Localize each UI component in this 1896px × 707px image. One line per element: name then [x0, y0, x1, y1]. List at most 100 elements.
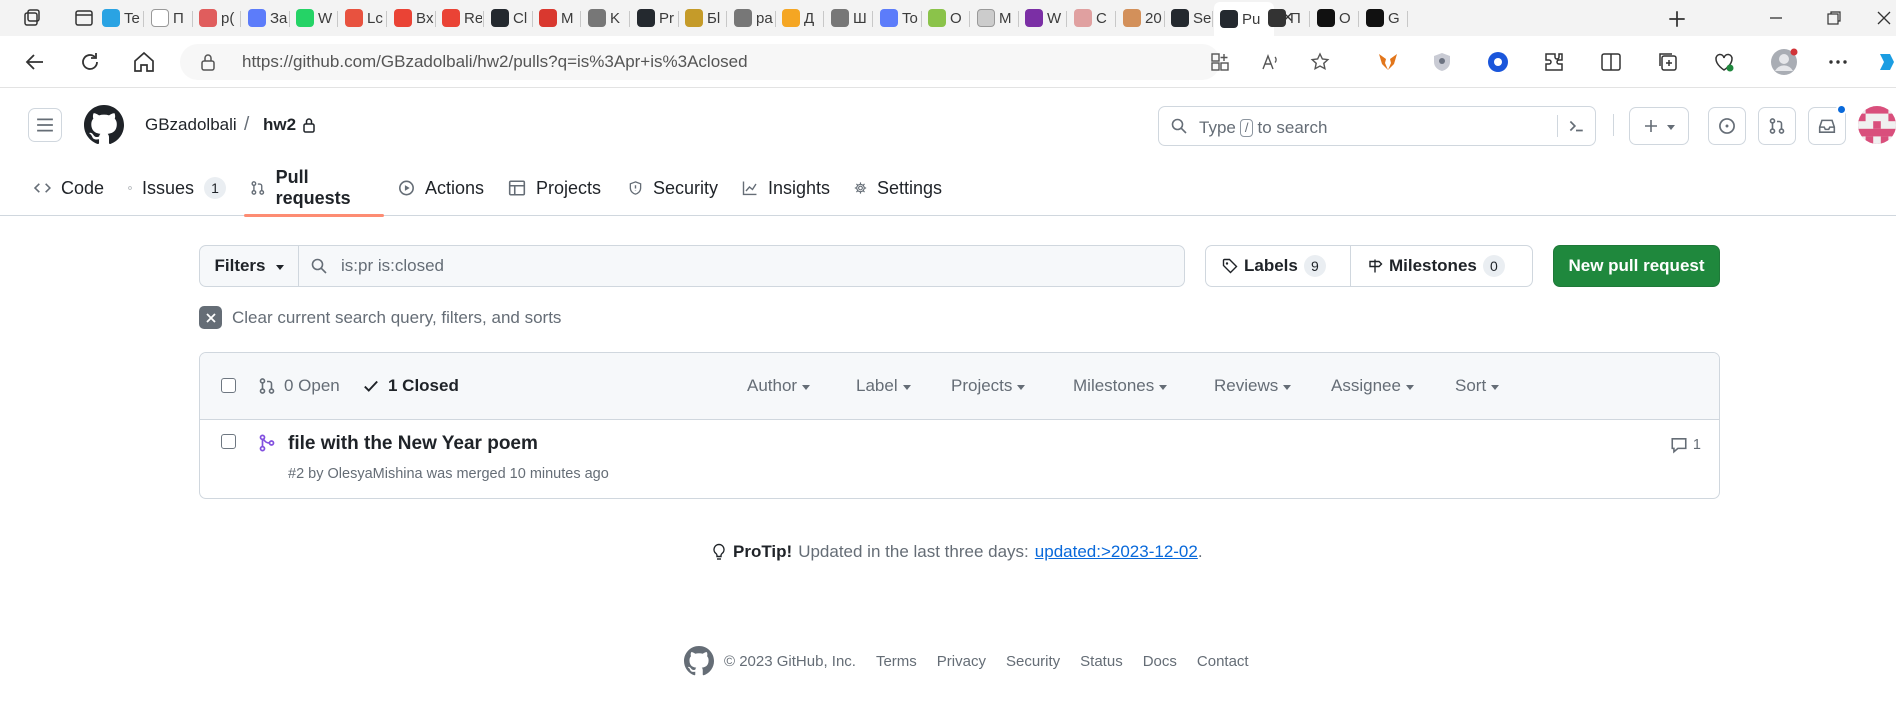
browser-tab[interactable]: Ш [825, 4, 871, 32]
tab-settings[interactable]: Settings [844, 168, 956, 208]
split-screen-icon[interactable] [1599, 50, 1623, 74]
browser-tab[interactable]: K [582, 4, 628, 32]
back-icon[interactable] [22, 49, 48, 75]
read-aloud-icon[interactable] [1260, 52, 1280, 72]
browser-tab[interactable]: Re [436, 4, 482, 32]
github-logo-icon[interactable] [84, 105, 124, 145]
tab-security[interactable]: Security [618, 168, 732, 208]
browser-tab[interactable]: Te [96, 4, 142, 32]
browser-tab[interactable]: О [922, 4, 968, 32]
browser-tab[interactable]: W [290, 4, 336, 32]
protip-link[interactable]: updated:>2023-12-02 [1035, 542, 1198, 562]
browser-tab[interactable]: О [1311, 4, 1357, 32]
browser-tab[interactable]: Se [1165, 4, 1211, 32]
home-icon[interactable] [131, 49, 157, 75]
filter-reviews-dropdown[interactable]: Reviews [1214, 376, 1292, 396]
browser-tab[interactable]: Lc [339, 4, 385, 32]
more-menu-icon[interactable] [1826, 50, 1850, 74]
tab-pull-requests[interactable]: Pull requests [240, 167, 388, 217]
pr-author-link[interactable]: OlesyaMishina [328, 466, 423, 482]
footer-link-terms[interactable]: Terms [876, 653, 917, 670]
app-available-icon[interactable] [1210, 52, 1230, 72]
github-mark-icon[interactable] [684, 646, 714, 676]
tab-code[interactable]: Code [24, 168, 118, 208]
tab-title: G [1388, 9, 1400, 27]
browser-tab[interactable]: G [1360, 4, 1406, 32]
milestones-button[interactable]: Milestones 0 [1350, 246, 1532, 286]
tab-issues[interactable]: Issues 1 [118, 168, 240, 208]
extensions-puzzle-icon[interactable] [1542, 50, 1566, 74]
clear-query-link[interactable]: Clear current search query, filters, and… [199, 306, 561, 329]
footer-link-privacy[interactable]: Privacy [937, 653, 986, 670]
browser-tab[interactable]: Бl [679, 4, 725, 32]
breadcrumb-owner[interactable]: GBzadolbali [145, 115, 237, 135]
browser-tab[interactable]: Д [776, 4, 822, 32]
browser-tab[interactable]: M [533, 4, 579, 32]
pull-requests-button[interactable] [1758, 107, 1796, 145]
collections-icon[interactable] [1656, 50, 1680, 74]
filter-label-dropdown[interactable]: Label [856, 376, 911, 396]
profile-icon[interactable] [1770, 48, 1798, 76]
global-nav-menu-button[interactable] [28, 108, 62, 142]
breadcrumb-repo[interactable]: hw2 [263, 115, 296, 135]
browser-tab[interactable]: Pr [631, 4, 677, 32]
filter-milestones-dropdown[interactable]: Milestones [1073, 376, 1168, 396]
copilot-icon[interactable] [1874, 50, 1896, 74]
new-pull-request-button[interactable]: New pull request [1553, 245, 1720, 287]
favorite-star-icon[interactable] [1310, 52, 1330, 72]
browser-tab[interactable]: W [1019, 4, 1065, 32]
footer-link-security[interactable]: Security [1006, 653, 1060, 670]
browser-tab[interactable]: Cl [485, 4, 531, 32]
filters-button[interactable]: Filters [200, 246, 299, 286]
pr-checkbox[interactable] [221, 434, 236, 449]
labels-button[interactable]: Labels 9 [1206, 246, 1350, 286]
url-text[interactable]: https://github.com/GBzadolbali/hw2/pulls… [242, 52, 748, 72]
blue-extension-icon[interactable] [1486, 50, 1510, 74]
tab-separator [629, 11, 630, 27]
browser-tab[interactable]: р( [193, 4, 239, 32]
browser-tab[interactable]: П [1262, 4, 1308, 32]
filter-sort-dropdown[interactable]: Sort [1455, 376, 1500, 396]
new-tab-icon[interactable] [1666, 8, 1688, 30]
close-window-icon[interactable] [1872, 6, 1896, 30]
metamask-extension-icon[interactable] [1376, 50, 1400, 74]
tab-projects[interactable]: Projects [498, 168, 618, 208]
tab-actions[interactable]: Actions [388, 168, 498, 208]
tab-actions-icon[interactable] [74, 8, 94, 28]
browser-tab[interactable]: П [145, 4, 191, 32]
tab-insights[interactable]: Insights [732, 168, 844, 208]
filter-projects-dropdown[interactable]: Projects [951, 376, 1026, 396]
browser-tab[interactable]: M [971, 4, 1017, 32]
footer-link-contact[interactable]: Contact [1197, 653, 1249, 670]
github-search-input[interactable]: Type / to search [1158, 106, 1596, 146]
refresh-icon[interactable] [77, 49, 103, 75]
browser-tab[interactable]: С [1068, 4, 1114, 32]
select-all-checkbox[interactable] [221, 378, 236, 393]
browser-tab[interactable]: To [874, 4, 920, 32]
footer-link-status[interactable]: Status [1080, 653, 1123, 670]
search-query-input[interactable] [341, 256, 941, 276]
site-lock-icon[interactable] [200, 53, 216, 71]
browser-tab[interactable]: pa [728, 4, 774, 32]
workspaces-icon[interactable] [22, 8, 42, 28]
filter-author-dropdown[interactable]: Author [747, 376, 811, 396]
minimize-icon[interactable] [1764, 6, 1788, 30]
browser-tab[interactable]: 20 [1117, 4, 1163, 32]
open-filter-link[interactable]: 0 Open [258, 376, 340, 396]
browser-tab[interactable]: Bx [388, 4, 434, 32]
filter-assignee-dropdown[interactable]: Assignee [1331, 376, 1414, 396]
restore-icon[interactable] [1822, 6, 1846, 30]
privacy-extension-icon[interactable] [1430, 50, 1454, 74]
search-query-field[interactable] [299, 246, 1184, 286]
address-bar[interactable]: https://github.com/GBzadolbali/hw2/pulls… [180, 44, 1330, 80]
browser-tab[interactable]: За [242, 4, 288, 32]
issues-button[interactable] [1708, 107, 1746, 145]
avatar[interactable] [1858, 106, 1896, 144]
browser-essentials-icon[interactable] [1712, 50, 1736, 74]
create-new-button[interactable] [1629, 107, 1689, 145]
closed-filter-link[interactable]: 1 Closed [362, 376, 459, 396]
footer-link-docs[interactable]: Docs [1143, 653, 1177, 670]
command-palette-icon[interactable] [1567, 117, 1585, 135]
pr-comments-link[interactable]: 1 [1670, 436, 1701, 454]
pr-title-link[interactable]: file with the New Year poem [288, 433, 538, 455]
